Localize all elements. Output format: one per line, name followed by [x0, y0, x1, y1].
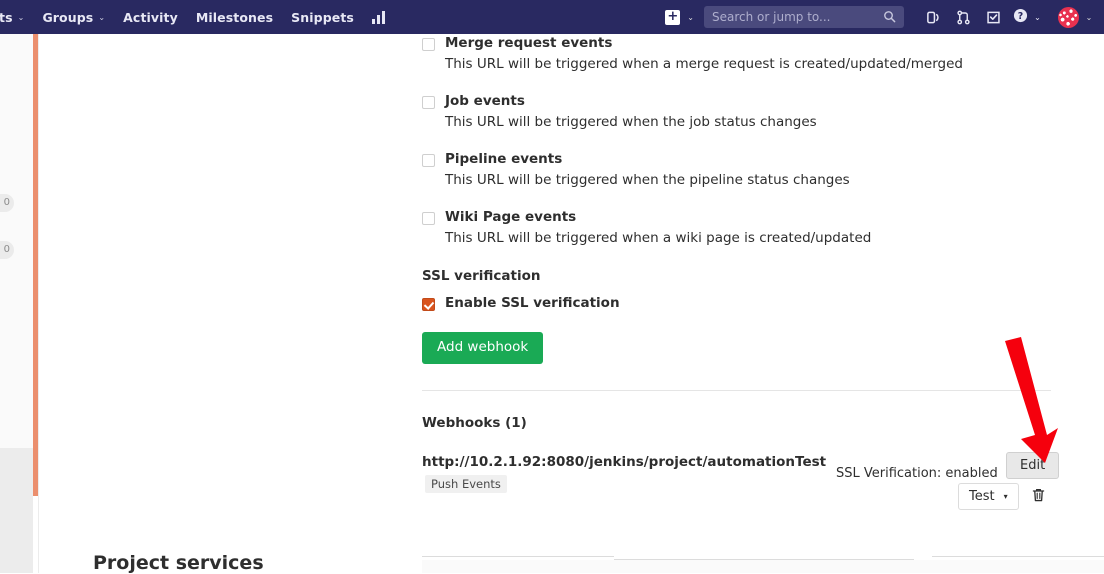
nav-item-snippets[interactable]: Snippets — [282, 0, 363, 34]
table-header-background — [422, 560, 1104, 573]
help-menu[interactable]: ? ⌄ — [1008, 0, 1046, 34]
job-events-label: Job events — [445, 93, 525, 109]
wiki-page-events-checkbox[interactable] — [422, 212, 435, 225]
chevron-down-icon: ▾ — [1003, 491, 1008, 501]
merge-requests-icon[interactable] — [948, 0, 978, 34]
todos-icon[interactable] — [978, 0, 1008, 34]
search-icon — [883, 8, 896, 27]
analytics-chart-icon — [371, 10, 387, 24]
merge-request-events-checkbox[interactable] — [422, 38, 435, 51]
create-new-button[interactable]: + ⌄ — [659, 0, 704, 34]
merge-request-events-label: Merge request events — [445, 35, 613, 51]
user-menu[interactable]: ⌄ — [1046, 0, 1098, 34]
sidebar-collapsed-block — [0, 448, 33, 573]
sidebar-counter-badge: 0 — [0, 194, 14, 212]
nav-item-activity[interactable]: Activity — [114, 0, 187, 34]
chevron-down-icon: ⌄ — [687, 12, 694, 22]
pipeline-events-description: This URL will be triggered when the pipe… — [445, 172, 850, 188]
navbar-right-area: + ⌄ ? ⌄ — [659, 0, 1104, 34]
table-header-border-right — [932, 556, 1104, 557]
test-webhook-label: Test — [969, 489, 995, 504]
svg-text:?: ? — [1018, 10, 1023, 21]
pipeline-events-checkbox[interactable] — [422, 154, 435, 167]
chevron-down-icon: ⌄ — [98, 12, 106, 22]
nav-item-label: Activity — [123, 9, 178, 25]
wiki-page-events-label: Wiki Page events — [445, 209, 577, 225]
nav-item-label: ts — [0, 9, 13, 25]
chevron-down-icon: ⌄ — [17, 12, 25, 22]
nav-item-label: Milestones — [195, 9, 274, 25]
merge-request-events-description: This URL will be triggered when a merge … — [445, 56, 963, 72]
enable-ssl-verification-label: Enable SSL verification — [445, 295, 620, 311]
navbar-left-links: ts ⌄ Groups ⌄ Activity Milestones Snippe… — [0, 0, 396, 34]
issues-icon[interactable] — [918, 0, 948, 34]
avatar — [1057, 6, 1079, 28]
wiki-page-events-description: This URL will be triggered when a wiki p… — [445, 230, 872, 246]
nav-item-milestones[interactable]: Milestones — [187, 0, 282, 34]
chevron-down-icon: ⌄ — [1034, 12, 1041, 22]
enable-ssl-verification-checkbox[interactable] — [422, 298, 435, 311]
webhook-url-link[interactable]: http://10.2.1.92:8080/jenkins/project/au… — [422, 454, 826, 470]
webhooks-heading: Webhooks (1) — [422, 415, 527, 431]
chevron-down-icon: ⌄ — [1085, 12, 1093, 22]
plus-icon: + — [665, 9, 681, 25]
table-header-border-left — [422, 556, 614, 557]
help-icon: ? — [1013, 8, 1028, 27]
sidebar-counter-badge: 0 — [0, 241, 14, 259]
section-divider — [422, 390, 1051, 391]
webhook-ssl-status: SSL Verification: enabled — [836, 466, 998, 481]
nav-item-analytics[interactable] — [363, 0, 396, 34]
nav-item-label: Snippets — [291, 9, 354, 25]
pipeline-events-label: Pipeline events — [445, 151, 563, 167]
search-box[interactable] — [704, 6, 904, 28]
webhook-event-badge: Push Events — [425, 475, 507, 493]
trash-icon — [1031, 489, 1046, 506]
sidebar-rail: 0 0 — [0, 34, 33, 573]
webhook-settings-content: Merge request events This URL will be tr… — [39, 34, 1104, 574]
nav-item-label: Groups — [42, 9, 94, 25]
search-input[interactable] — [712, 10, 883, 24]
delete-webhook-button[interactable] — [1027, 483, 1050, 507]
edit-webhook-button[interactable]: Edit — [1006, 452, 1060, 479]
job-events-description: This URL will be triggered when the job … — [445, 114, 817, 130]
test-webhook-dropdown[interactable]: Test ▾ — [958, 483, 1019, 510]
add-webhook-button[interactable]: Add webhook — [422, 332, 544, 364]
project-services-heading: Project services — [93, 552, 264, 574]
nav-item-groups[interactable]: Groups ⌄ — [33, 0, 114, 34]
top-navbar: ts ⌄ Groups ⌄ Activity Milestones Snippe… — [0, 0, 1104, 34]
ssl-verification-heading: SSL verification — [422, 268, 541, 284]
job-events-checkbox[interactable] — [422, 96, 435, 109]
nav-item-projects[interactable]: ts ⌄ — [0, 0, 33, 34]
